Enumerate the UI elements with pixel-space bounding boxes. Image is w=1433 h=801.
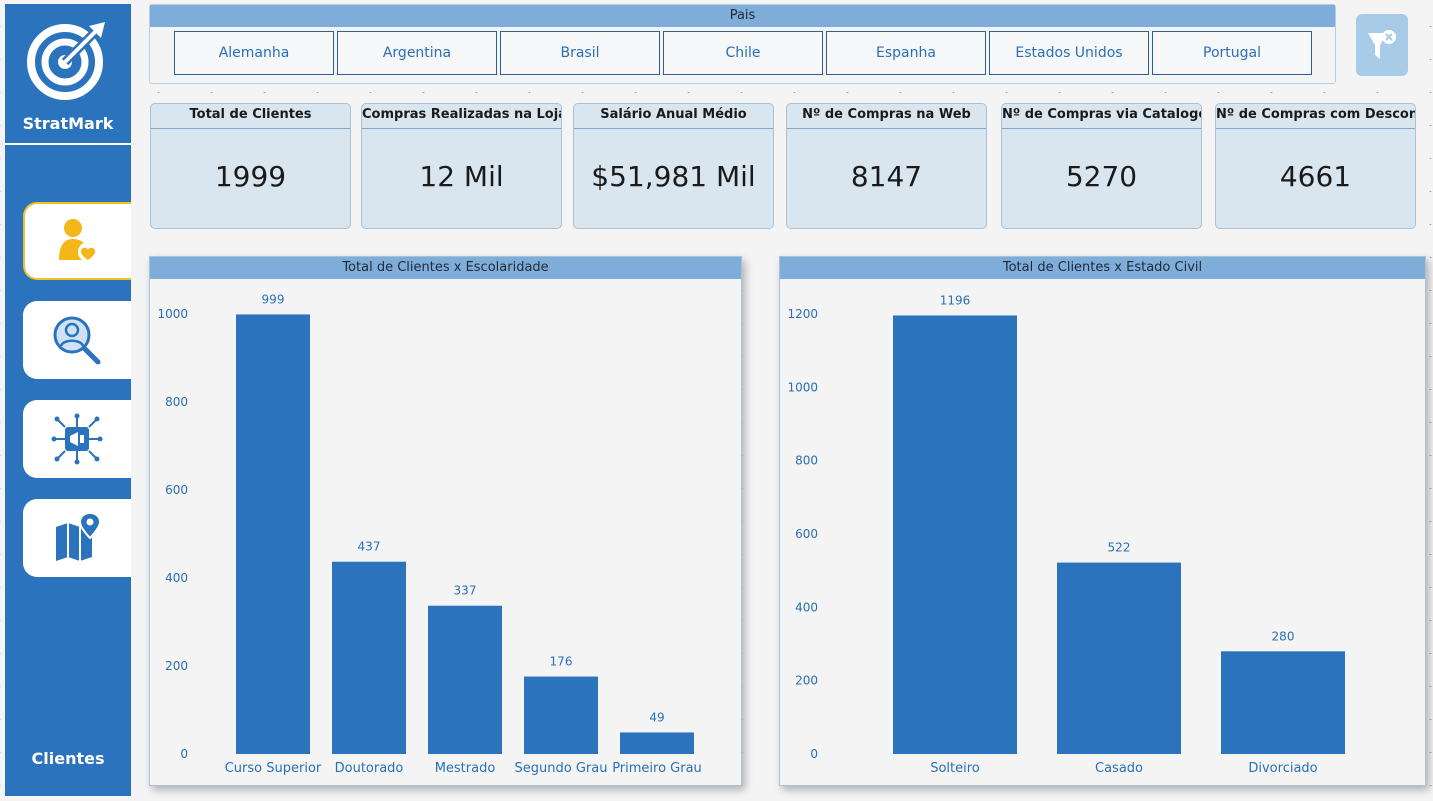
clear-filters-button[interactable] [1356, 14, 1408, 76]
category-label: Solteiro [930, 761, 980, 776]
y-tick-label: 1000 [787, 380, 818, 394]
kpi-compras-desconto: Nº de Compras com Desconto 4661 [1215, 103, 1416, 229]
kpi-value: 4661 [1279, 160, 1352, 193]
country-chip-espanha[interactable]: Espanha [826, 31, 986, 75]
y-tick-label: 800 [165, 395, 188, 409]
chart-escolaridade: Total de Clientes x Escolaridade 0 200 400… [149, 256, 742, 786]
kpi-salario-anual: Salário Anual Médio $51,981 Mil [573, 103, 774, 229]
kpi-title: Nº de Compras na Web [787, 104, 986, 129]
kpi-value: 8147 [850, 160, 923, 193]
clear-filter-icon [1368, 30, 1396, 59]
category-label: Curso Superior [225, 761, 322, 776]
category-label: Doutorado [335, 761, 404, 776]
kpi-title: Nº de Compras com Desconto [1216, 104, 1415, 129]
brand-name: StratMark [22, 114, 114, 133]
nav-campaigns-button[interactable] [23, 400, 131, 478]
bar-value-label: 999 [262, 292, 285, 306]
bar-value-label: 337 [454, 584, 477, 598]
kpi-compras-loja: Compras Realizadas na Loja 12 Mil [361, 103, 562, 229]
kpi-title: Salário Anual Médio [574, 104, 773, 129]
sidebar: StratMark Clientes [5, 4, 131, 796]
current-page-label: Clientes [31, 749, 105, 768]
bar-value-label: 176 [550, 655, 573, 669]
kpi-value: 5270 [1065, 160, 1138, 193]
bar-value-label: 522 [1108, 541, 1131, 555]
megaphone-network-icon [51, 413, 103, 465]
bar-value-label: 437 [358, 540, 381, 554]
chart-escolaridade-plot: 0 200 400 600 800 1000 999 Curso Superior 437 Dou… [157, 292, 702, 776]
kpi-compras-web: Nº de Compras na Web 8147 [786, 103, 987, 229]
customer-heart-icon [59, 219, 98, 262]
y-tick-label: 200 [795, 674, 818, 688]
kpi-title: Total de Clientes [151, 104, 350, 129]
y-tick-label: 200 [165, 659, 188, 673]
slicer-title: Pais [150, 5, 1335, 27]
user-search-icon [53, 316, 101, 365]
y-tick-label: 600 [165, 483, 188, 497]
map-pin-icon [56, 511, 102, 561]
kpi-value: 12 Mil [419, 160, 504, 193]
category-label: Primeiro Grau [612, 761, 702, 776]
kpi-compras-catalogo: Nº de Compras via Catalogo 5270 [1001, 103, 1202, 229]
kpi-total-clientes: Total de Clientes 1999 [150, 103, 351, 229]
slicer-items: Alemanha Argentina Brasil Chile Espanha … [174, 31, 1312, 75]
nav-profile-search-button[interactable] [23, 301, 131, 379]
nav-map-button[interactable] [23, 499, 131, 577]
category-label: Segundo Grau [515, 761, 608, 776]
kpi-title: Nº de Compras via Catalogo [1002, 104, 1201, 129]
kpi-value: $51,981 Mil [591, 160, 756, 193]
country-chip-alemanha[interactable]: Alemanha [174, 31, 334, 75]
country-slicer: Pais Alemanha Argentina Brasil Chile Esp… [149, 4, 1336, 84]
y-tick-label: 800 [795, 454, 818, 468]
bar[interactable] [236, 314, 310, 754]
chart-estado-civil: Total de Clientes x Estado Civil 0 200 400… [779, 256, 1426, 786]
country-chip-chile[interactable]: Chile [663, 31, 823, 75]
category-label: Casado [1095, 761, 1143, 776]
y-tick-label: 400 [795, 600, 818, 614]
nav-clientes-button[interactable] [23, 202, 131, 280]
target-logo-icon [27, 22, 105, 100]
category-label: Divorciado [1248, 761, 1317, 776]
country-chip-argentina[interactable]: Argentina [337, 31, 497, 75]
bar[interactable] [1057, 562, 1181, 754]
bar[interactable] [332, 561, 406, 754]
bar-value-label: 1196 [940, 293, 971, 307]
bar[interactable] [428, 605, 502, 754]
y-tick-label: 1000 [157, 307, 188, 321]
country-chip-estados-unidos[interactable]: Estados Unidos [989, 31, 1149, 75]
chart-estado-civil-plot: 0 200 400 600 800 1000 1200 1196 Solteiro 522 Casa… [787, 293, 1345, 776]
y-tick-label: 0 [180, 747, 188, 761]
y-tick-label: 600 [795, 527, 818, 541]
bar[interactable] [1221, 651, 1345, 754]
y-tick-label: 1200 [787, 307, 818, 321]
bar[interactable] [893, 315, 1017, 754]
kpi-title: Compras Realizadas na Loja [362, 104, 561, 129]
bar[interactable] [620, 732, 694, 754]
bar[interactable] [524, 676, 598, 754]
country-chip-brasil[interactable]: Brasil [500, 31, 660, 75]
bar-value-label: 49 [649, 710, 664, 724]
bar-value-label: 280 [1272, 629, 1295, 643]
y-tick-label: 400 [165, 571, 188, 585]
kpi-value: 1999 [214, 160, 287, 193]
brand-divider [5, 143, 131, 145]
y-tick-label: 0 [810, 747, 818, 761]
country-chip-portugal[interactable]: Portugal [1152, 31, 1312, 75]
category-label: Mestrado [435, 761, 496, 776]
